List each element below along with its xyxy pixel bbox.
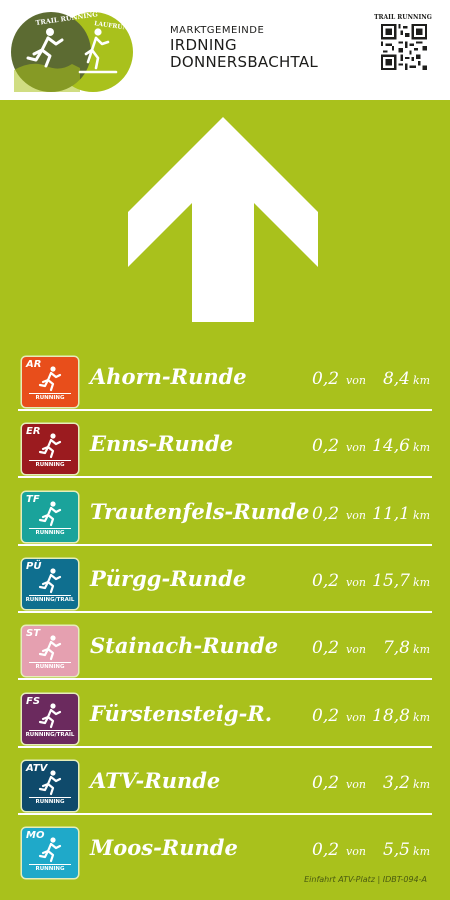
route-total-length: 3,2 [382,773,410,793]
route-type: RUNNING [35,530,65,536]
unit-label: km [413,576,431,589]
route-distance-to-start: 0,2 [312,706,340,726]
unit-label: km [413,643,431,656]
route-row: PÜ RUNNING/TRAIL Pürgg-Runde 0,2 von 15,7 km [0,554,450,613]
route-row: TF RUNNING Trautenfels-Runde 0,2 von 11,1 km [0,487,450,546]
runner-icon [38,433,62,459]
route-type: RUNNING [35,395,65,401]
route-name: ATV-Runde [90,768,221,793]
route-badge: PÜ RUNNING/TRAIL [22,559,78,609]
row-divider [18,813,432,815]
route-type: RUNNING [35,664,65,670]
row-divider [18,544,432,546]
route-total-length: 8,4 [382,369,410,389]
route-total-length: 14,6 [372,436,410,456]
unit-label: km [413,711,431,724]
trail-running-logo: TRAIL RUNNING LAUFRUNDE [11,10,135,92]
runner-icon [38,703,62,729]
municipality-line2: DONNERSBACHTAL [170,53,319,71]
route-name: Ahorn-Runde [90,364,247,389]
route-distance-to-start: 0,2 [312,436,340,456]
route-distance-to-start: 0,2 [312,504,340,524]
von-label: von [346,845,366,858]
badge-divider [29,460,71,461]
runner-icon [38,770,62,796]
badge-divider [29,730,71,731]
route-type: RUNNING [35,462,65,468]
von-label: von [346,441,366,454]
route-name: Pürgg-Runde [90,566,247,591]
unit-label: km [413,509,431,522]
unit-label: km [413,845,431,858]
municipality-line1: IRDNING [170,36,237,54]
route-name: Trautenfels-Runde [90,499,310,524]
route-distance-to-start: 0,2 [312,571,340,591]
row-divider [18,409,432,411]
unit-label: km [413,441,431,454]
von-label: von [346,711,366,724]
qr-code[interactable] [381,24,427,70]
runner-icon [38,366,62,392]
von-label: von [346,509,366,522]
sign-id-footer: Einfahrt ATV-Platz | IDBT-094-A [304,875,427,884]
route-distance-to-start: 0,2 [312,369,340,389]
route-distance-to-start: 0,2 [312,638,340,658]
route-distance-to-start: 0,2 [312,840,340,860]
badge-divider [29,595,71,596]
route-row: ER RUNNING Enns-Runde 0,2 von 14,6 km [0,419,450,478]
route-badge: AR RUNNING [22,357,78,407]
badge-divider [29,528,71,529]
row-divider [18,611,432,613]
route-badge: MO RUNNING [22,828,78,878]
route-badge: ST RUNNING [22,626,78,676]
runner-icon [38,568,62,594]
row-divider [18,476,432,478]
route-total-length: 5,5 [382,840,410,860]
route-row: ATV RUNNING ATV-Runde 0,2 von 3,2 km [0,756,450,815]
route-name: Moos-Runde [90,835,238,860]
route-name: Enns-Runde [90,431,234,456]
von-label: von [346,778,366,791]
route-total-length: 15,7 [372,571,410,591]
arrow-up-icon [128,117,318,322]
runner-icon [38,635,62,661]
route-total-length: 18,8 [372,706,410,726]
route-badge: TF RUNNING [22,492,78,542]
header: TRAIL RUNNING LAUFRUNDE MARKTGEMEINDE IR… [0,0,450,100]
route-type: RUNNING [35,866,65,872]
unit-label: km [413,374,431,387]
route-distance-to-start: 0,2 [312,773,340,793]
route-badge: FS RUNNING/TRAIL [22,694,78,744]
route-row: ST RUNNING Stainach-Runde 0,2 von 7,8 km [0,621,450,680]
badge-divider [29,393,71,394]
route-total-length: 11,1 [372,504,410,524]
route-name: Fürstensteig-R. [90,701,273,726]
von-label: von [346,576,366,589]
runner-icon [38,501,62,527]
route-row: FS RUNNING/TRAIL Fürstensteig-R. 0,2 von 18,8… [0,689,450,748]
route-type: RUNNING/TRAIL [25,732,75,738]
route-type: RUNNING/TRAIL [25,597,75,603]
route-row: MO RUNNING Moos-Runde 0,2 von 5,5 km [0,823,450,882]
signpost: TRAIL RUNNING LAUFRUNDE MARKTGEMEINDE IR… [0,0,450,900]
route-row: AR RUNNING Ahorn-Runde 0,2 von 8,4 km [0,352,450,411]
runner-icon [38,837,62,863]
row-divider [18,746,432,748]
route-badge: ER RUNNING [22,424,78,474]
route-type: RUNNING [35,799,65,805]
badge-divider [29,797,71,798]
badge-divider [29,662,71,663]
von-label: von [346,374,366,387]
badge-divider [29,864,71,865]
route-badge: ATV RUNNING [22,761,78,811]
row-divider [18,678,432,680]
route-name: Stainach-Runde [90,633,279,658]
qr-label: TRAIL RUNNING [374,14,432,21]
municipality-name: MARKTGEMEINDE IRDNING DONNERSBACHTAL [170,25,318,71]
route-total-length: 7,8 [382,638,410,658]
von-label: von [346,643,366,656]
unit-label: km [413,778,431,791]
